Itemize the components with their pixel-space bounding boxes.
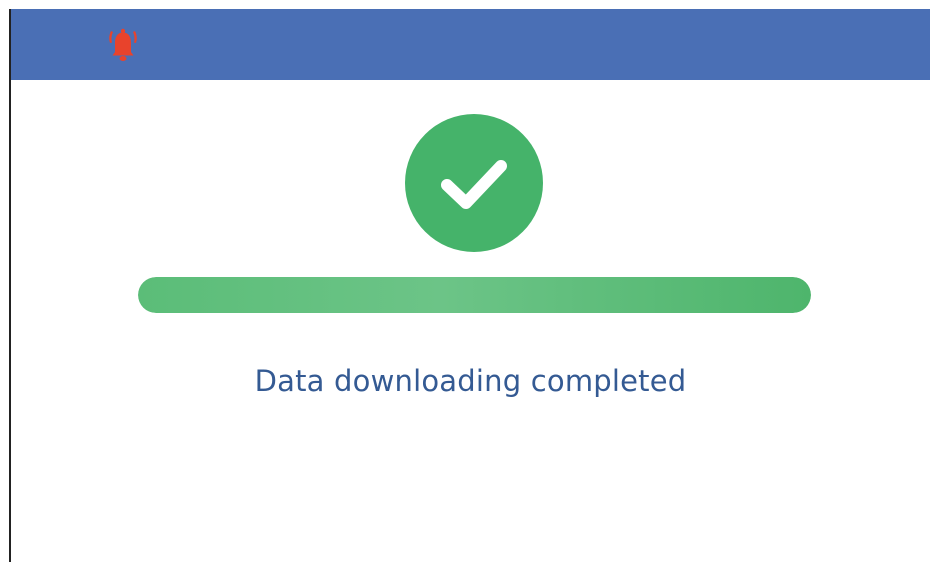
checkmark-icon xyxy=(441,160,507,209)
status-message: Data downloading completed xyxy=(254,364,687,398)
success-badge xyxy=(405,114,543,252)
download-screen: Data downloading completed xyxy=(0,0,930,562)
header-bar xyxy=(11,9,930,80)
bell-ringing-icon[interactable] xyxy=(107,25,139,65)
content-panel: Data downloading completed xyxy=(11,80,930,562)
download-progress-bar xyxy=(138,277,811,313)
download-progress-fill xyxy=(138,277,811,313)
